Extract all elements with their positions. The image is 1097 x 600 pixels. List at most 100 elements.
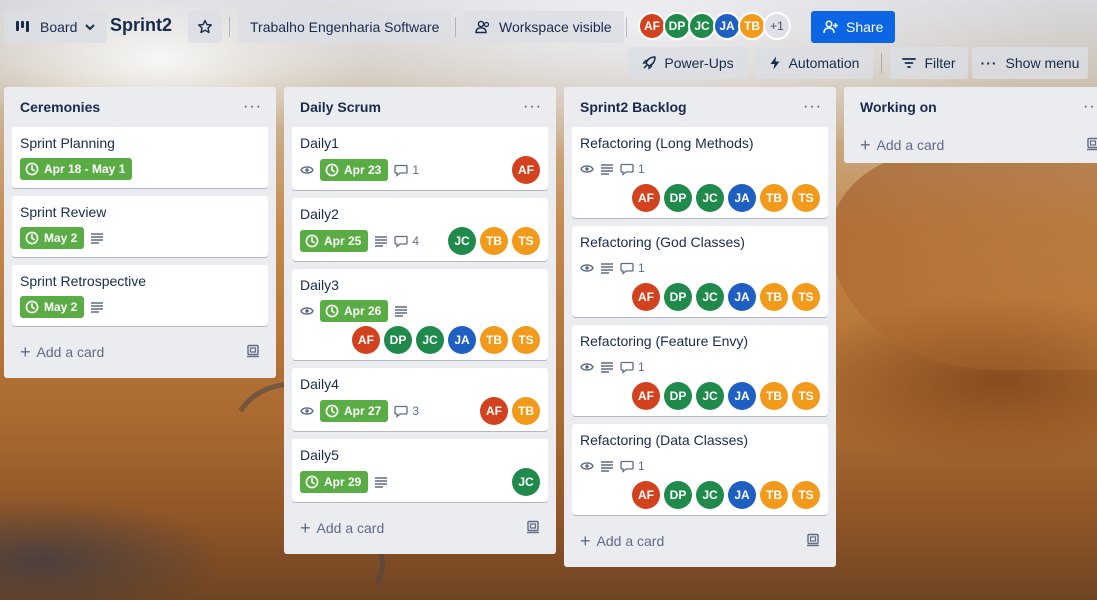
card-title: Daily2 (300, 206, 339, 222)
list-title[interactable]: Sprint2 Backlog (580, 99, 687, 115)
list-title[interactable]: Daily Scrum (300, 99, 381, 115)
member-avatar[interactable]: AF (352, 326, 380, 354)
card[interactable]: Refactoring (Long Methods) 1 AF DP JC JA TB TS (572, 127, 828, 218)
card-template-button[interactable] (526, 520, 540, 537)
list-header[interactable]: Ceremonies ··· (12, 87, 268, 127)
member-avatar[interactable]: JC (696, 283, 724, 311)
member-avatar[interactable]: TB (760, 481, 788, 509)
member-avatar[interactable]: AF (632, 481, 660, 509)
power-ups-button[interactable]: Power-Ups (628, 47, 748, 79)
list-header[interactable]: Daily Scrum ··· (292, 87, 548, 127)
due-date-text: May 2 (44, 300, 78, 314)
member-avatar[interactable]: AF (632, 283, 660, 311)
list-header[interactable]: Working on ··· (852, 87, 1097, 127)
member-avatar[interactable]: JA (728, 184, 756, 212)
card[interactable]: Daily4 Apr 27 3 AF TB (292, 368, 548, 431)
add-card-button[interactable]: + Add a card (572, 523, 828, 559)
member-avatar[interactable]: JC (696, 184, 724, 212)
workspace-button[interactable]: Trabalho Engenharia Software (238, 11, 452, 43)
member-avatar[interactable]: TB (480, 227, 508, 255)
member-avatar[interactable]: JA (728, 283, 756, 311)
member-avatar[interactable]: JC (696, 382, 724, 410)
member-avatar[interactable]: JC (696, 481, 724, 509)
visibility-button[interactable]: Workspace visible (463, 11, 624, 43)
member-avatar[interactable]: TS (512, 326, 540, 354)
filter-button[interactable]: Filter (890, 47, 968, 79)
member-avatar[interactable]: JC (512, 468, 540, 496)
member-avatar[interactable]: JC (448, 227, 476, 255)
due-date-badge[interactable]: Apr 26 (320, 300, 389, 322)
card[interactable]: Daily3 Apr 26 AF DP JC JA TB TS (292, 269, 548, 360)
member-avatar[interactable]: JC (688, 12, 716, 40)
due-date-badge[interactable]: Apr 23 (320, 159, 389, 181)
more-members-badge[interactable]: +1 (763, 12, 791, 40)
eye-icon (300, 407, 314, 415)
list-menu-icon[interactable]: ··· (523, 99, 542, 115)
list-menu-icon[interactable]: ··· (243, 99, 262, 115)
member-avatar[interactable]: AF (512, 156, 540, 184)
description-icon (91, 233, 104, 244)
card[interactable]: Sprint Review May 2 (12, 196, 268, 257)
member-avatar[interactable]: TB (512, 397, 540, 425)
member-avatar[interactable]: TB (760, 382, 788, 410)
member-avatar[interactable]: TS (792, 382, 820, 410)
plus-icon: + (300, 518, 311, 538)
due-date-badge[interactable]: Apr 27 (320, 400, 389, 422)
member-avatar[interactable]: JC (416, 326, 444, 354)
card-badges: 1 (580, 354, 820, 380)
automation-button[interactable]: Automation (755, 47, 873, 79)
member-avatar[interactable]: TS (792, 283, 820, 311)
member-avatar[interactable]: AF (638, 12, 666, 40)
member-avatar[interactable]: TB (760, 283, 788, 311)
member-avatar[interactable]: TB (480, 326, 508, 354)
card[interactable]: Daily1 Apr 23 1 AF (292, 127, 548, 190)
member-avatar[interactable]: DP (664, 481, 692, 509)
due-date-badge[interactable]: Apr 18 - May 1 (20, 158, 133, 180)
card-template-button[interactable] (1086, 137, 1097, 154)
list-title[interactable]: Working on (860, 99, 937, 115)
eye-icon (580, 165, 594, 173)
member-avatar[interactable]: TS (792, 184, 820, 212)
member-avatar[interactable]: DP (664, 382, 692, 410)
card[interactable]: Daily2 Apr 25 4 JC TB TS (292, 198, 548, 261)
card[interactable]: Sprint Planning Apr 18 - May 1 (12, 127, 268, 188)
member-avatar[interactable]: JA (448, 326, 476, 354)
due-date-badge[interactable]: Apr 25 (300, 230, 369, 252)
board-view-switcher[interactable]: Board (4, 11, 108, 43)
member-avatar[interactable]: AF (480, 397, 508, 425)
add-card-button[interactable]: + Add a card (292, 510, 548, 546)
card-template-button[interactable] (246, 344, 260, 361)
member-avatar[interactable]: JA (728, 382, 756, 410)
member-avatar[interactable]: DP (664, 184, 692, 212)
board-title[interactable]: Sprint2 (110, 15, 172, 36)
show-menu-button[interactable]: ··· Show menu (972, 47, 1088, 79)
card[interactable]: Refactoring (God Classes) 1 AF DP JC JA TB TS (572, 226, 828, 317)
member-avatar[interactable]: TS (512, 227, 540, 255)
member-avatar[interactable]: DP (663, 12, 691, 40)
card[interactable]: Daily5 Apr 29 JC (292, 439, 548, 502)
member-avatar[interactable]: TB (760, 184, 788, 212)
list-menu-icon[interactable]: ··· (803, 99, 822, 115)
member-avatar[interactable]: TB (738, 12, 766, 40)
member-avatar[interactable]: JA (728, 481, 756, 509)
member-avatar[interactable]: AF (632, 382, 660, 410)
member-avatar[interactable]: JA (713, 12, 741, 40)
list-header[interactable]: Sprint2 Backlog ··· (572, 87, 828, 127)
due-date-badge[interactable]: Apr 29 (300, 471, 369, 493)
list-menu-icon[interactable]: ··· (1083, 99, 1097, 115)
star-button[interactable] (188, 11, 222, 43)
card-template-button[interactable] (806, 533, 820, 550)
add-card-button[interactable]: + Add a card (852, 127, 1097, 163)
due-date-badge[interactable]: May 2 (20, 296, 85, 318)
member-avatar[interactable]: TS (792, 481, 820, 509)
card[interactable]: Refactoring (Data Classes) 1 AF DP JC JA TB TS (572, 424, 828, 515)
member-avatar[interactable]: AF (632, 184, 660, 212)
card[interactable]: Refactoring (Feature Envy) 1 AF DP JC JA TB TS (572, 325, 828, 416)
member-avatar[interactable]: DP (664, 283, 692, 311)
list-title[interactable]: Ceremonies (20, 99, 100, 115)
member-avatar[interactable]: DP (384, 326, 412, 354)
due-date-badge[interactable]: May 2 (20, 227, 85, 249)
add-card-button[interactable]: + Add a card (12, 334, 268, 370)
share-button[interactable]: Share (811, 11, 896, 43)
card[interactable]: Sprint Retrospective May 2 (12, 265, 268, 326)
